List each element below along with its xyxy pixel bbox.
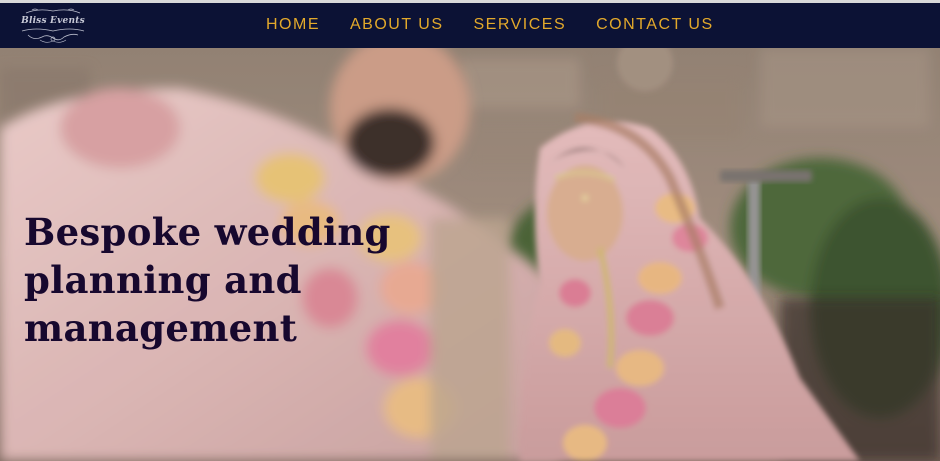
nav-item-services[interactable]: SERVICES <box>474 16 567 34</box>
main-nav: HOME ABOUT US SERVICES CONTACT US <box>266 16 744 34</box>
top-navbar: Bliss Events HOME ABOUT US SERVICES CONT… <box>0 0 940 48</box>
logo-text: Bliss Events <box>21 16 85 26</box>
hero-headline: Bespoke wedding planning and management <box>24 210 391 350</box>
nav-item-about-us[interactable]: ABOUT US <box>350 16 444 34</box>
hero-section: Bespoke wedding planning and management <box>0 48 940 461</box>
brand-logo[interactable]: Bliss Events <box>18 7 88 45</box>
logo-ornament-icon <box>21 8 85 43</box>
page: Bliss Events HOME ABOUT US SERVICES CONT… <box>0 0 940 461</box>
nav-item-contact-us[interactable]: CONTACT US <box>596 16 714 34</box>
nav-item-home[interactable]: HOME <box>266 16 320 34</box>
